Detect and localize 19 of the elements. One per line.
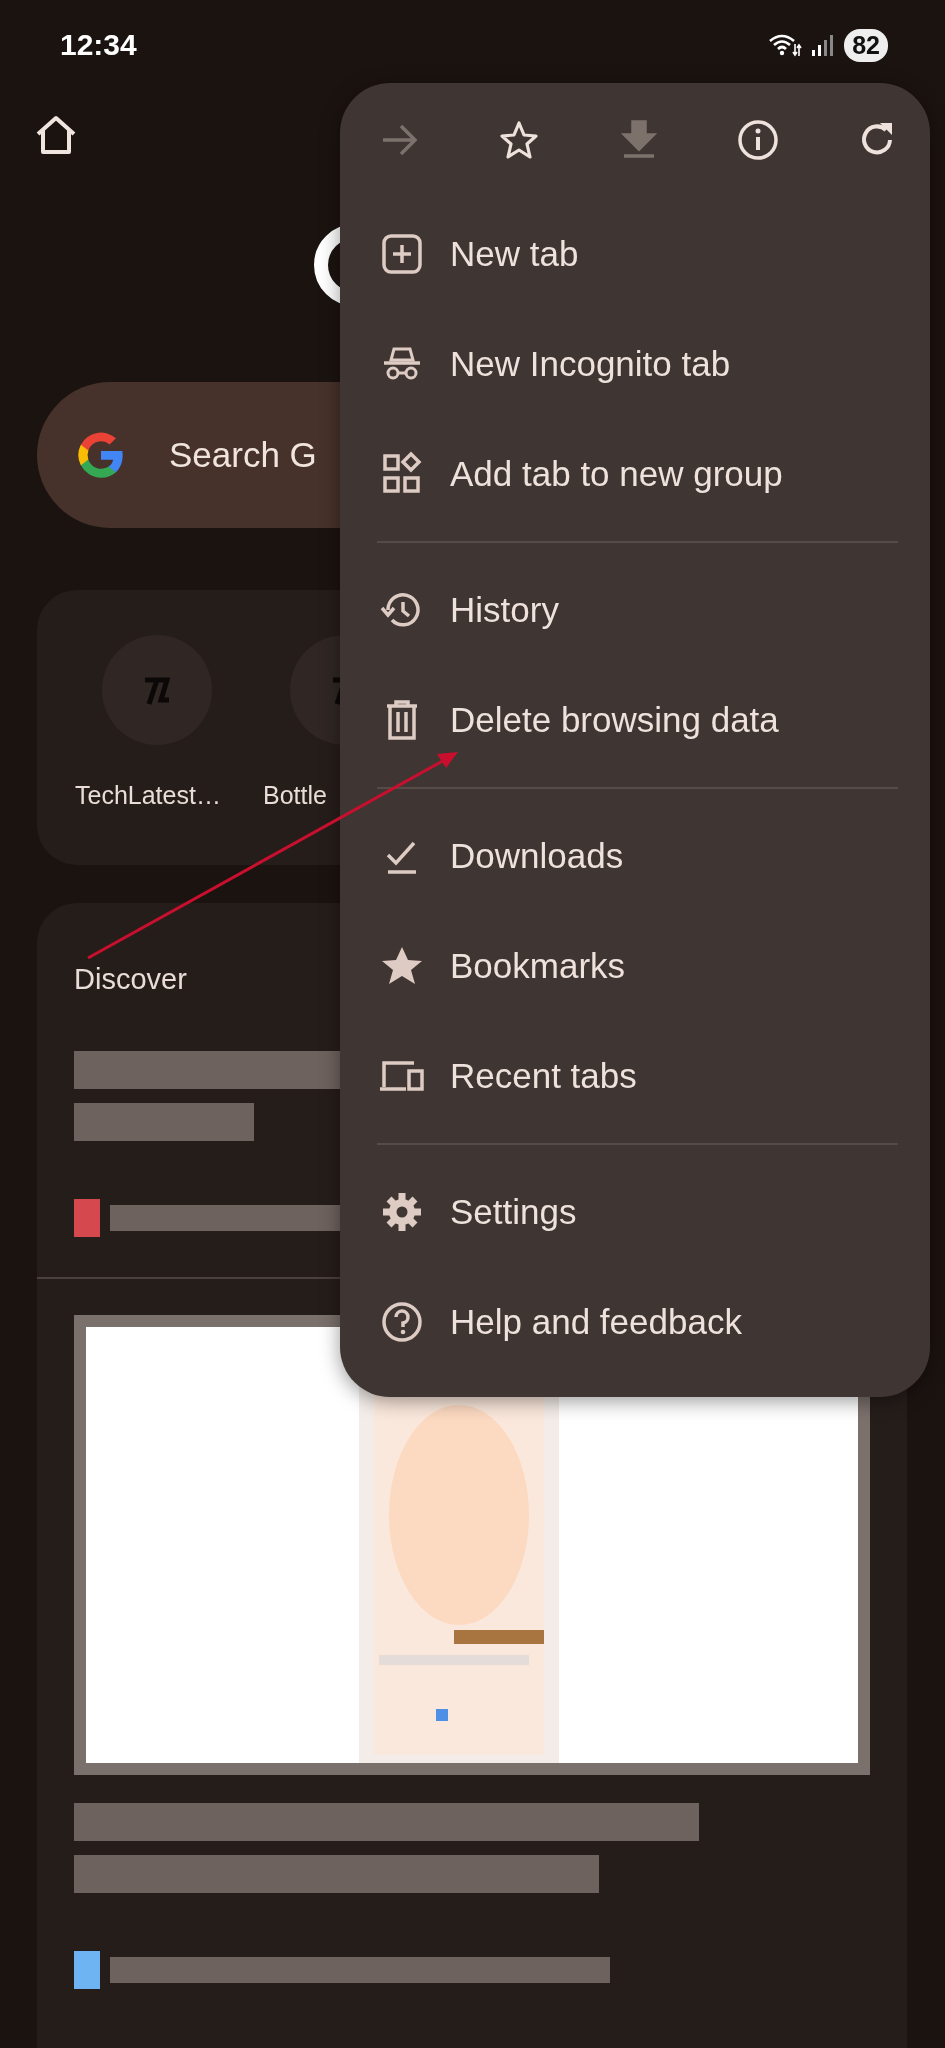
menu-item[interactable]: Bookmarks (340, 911, 930, 1021)
menu-item[interactable]: New tab (340, 199, 930, 309)
menu-item[interactable]: New Incognito tab (340, 309, 930, 419)
source-icon (74, 1951, 100, 1989)
menu-item[interactable]: History (340, 555, 930, 665)
battery-badge: 82 (844, 28, 888, 62)
menu-item[interactable]: Delete browsing data (340, 665, 930, 775)
discover-title: Discover (74, 963, 187, 996)
source-icon (74, 1199, 100, 1237)
menu-item[interactable]: Add tab to new group (340, 419, 930, 529)
status-time: 12:34 (60, 28, 137, 62)
shortcut-label[interactable]: Bottle (263, 781, 327, 810)
menu-item[interactable]: Help and feedback (340, 1267, 930, 1377)
home-icon[interactable] (34, 114, 78, 156)
menu-item[interactable]: Settings (340, 1157, 930, 1267)
menu-item[interactable]: Recent tabs (340, 1021, 930, 1131)
shortcut-label[interactable]: TechLatest… (75, 781, 221, 810)
wifi-icon (768, 32, 803, 58)
menu-item[interactable]: Downloads (340, 801, 930, 911)
